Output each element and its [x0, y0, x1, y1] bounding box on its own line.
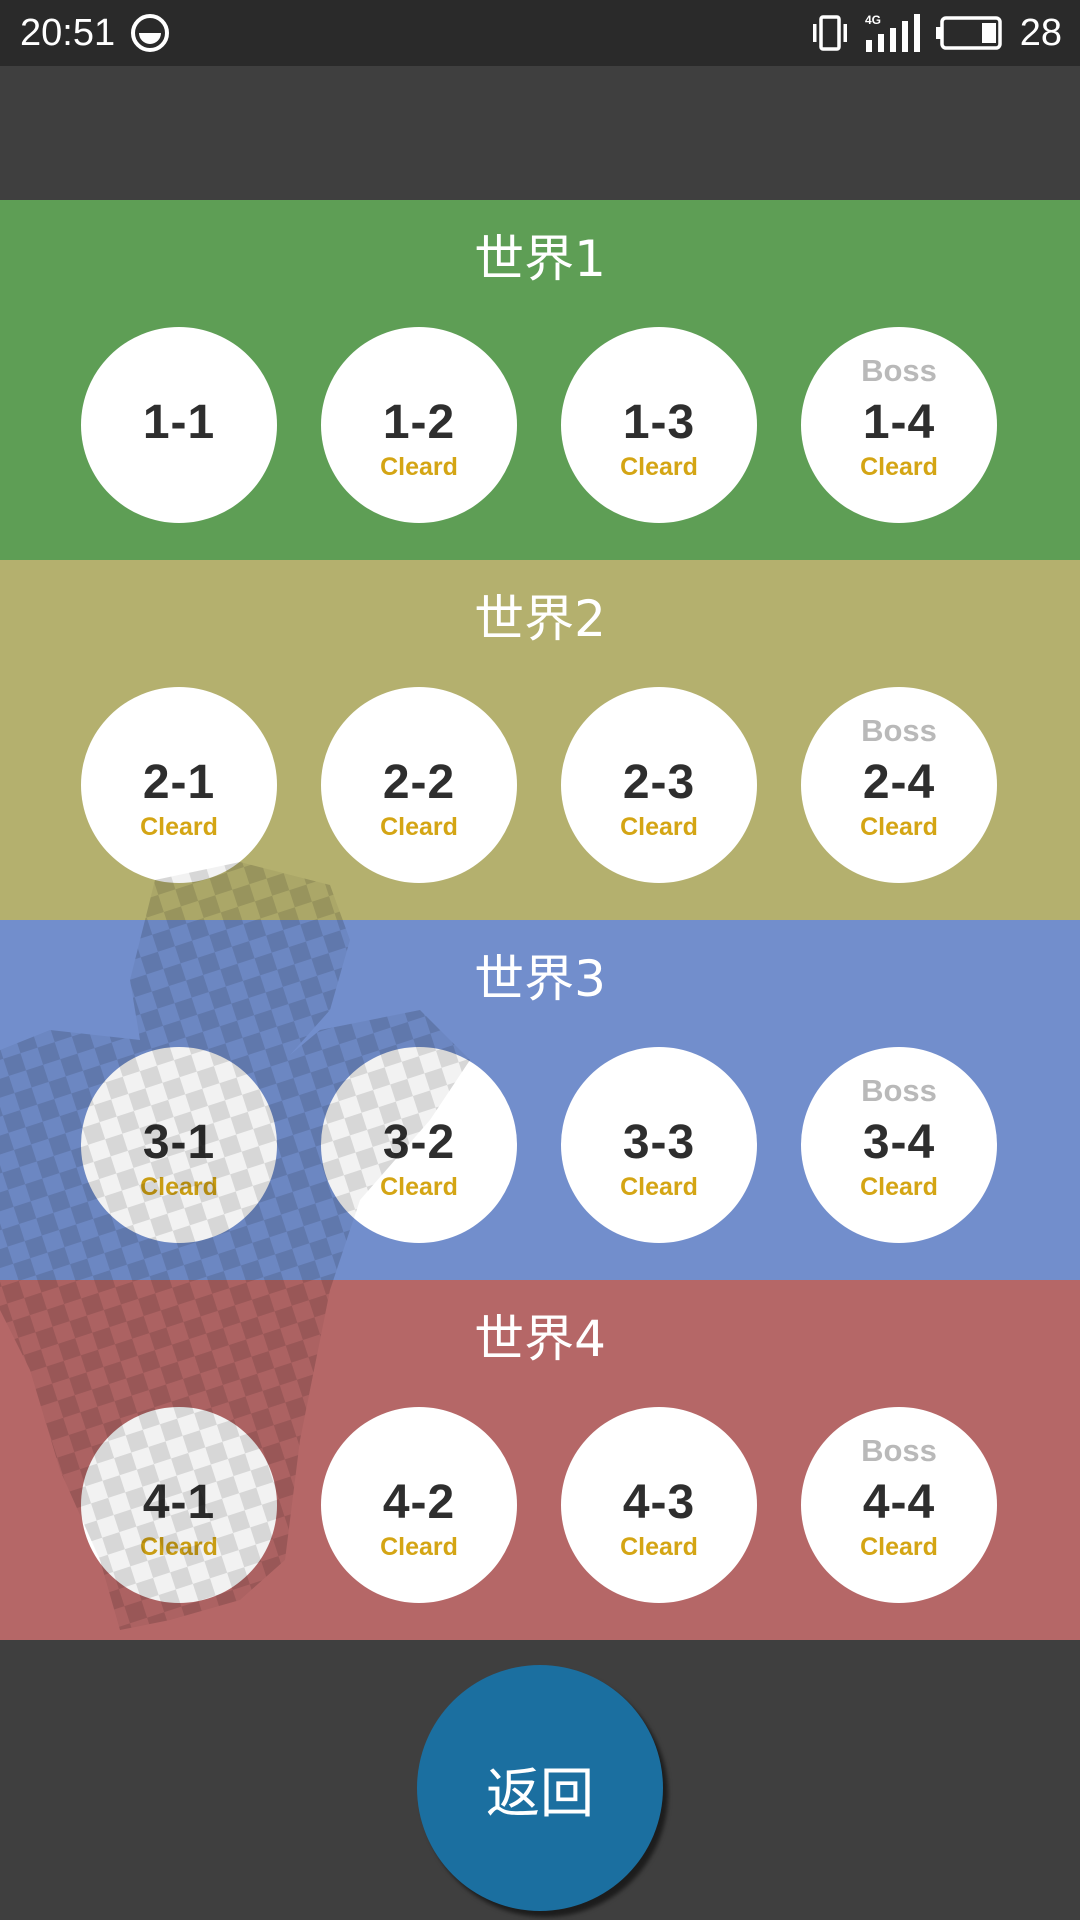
- battery-level: 28: [1019, 12, 1062, 54]
- stage-button-1-3[interactable]: 1-3 Cleard: [561, 327, 757, 523]
- stage-label: 3-1: [142, 1116, 216, 1169]
- stage-button-4-3[interactable]: 4-3 Cleard: [561, 1407, 757, 1603]
- stage-cleared-status: Cleard: [380, 813, 458, 841]
- status-time: 20:51: [20, 12, 116, 54]
- stage-label: 2-1: [142, 756, 216, 809]
- signal-bars-icon: 4G: [865, 13, 920, 52]
- stage-cleared-status: Cleard: [620, 1173, 698, 1201]
- circle-face-icon: [131, 14, 169, 52]
- stage-button-4-2[interactable]: 4-2 Cleard: [321, 1407, 517, 1603]
- stage-cleared-status: Cleard: [860, 1533, 938, 1561]
- stage-button-1-2[interactable]: 1-2 Cleard: [321, 327, 517, 523]
- vibrate-icon: [812, 15, 847, 51]
- stage-cleared-status: Cleard: [140, 1533, 218, 1561]
- stage-label: 1-1: [142, 396, 216, 449]
- world-title: 世界3: [474, 950, 606, 1008]
- stage-label: 1-2: [382, 396, 456, 449]
- stage-label: 3-2: [382, 1116, 456, 1169]
- stage-label: 2-3: [622, 756, 696, 809]
- stage-label: 2-2: [382, 756, 456, 809]
- stage-label: 4-1: [142, 1476, 216, 1529]
- status-bar: 20:51 4G 28: [0, 0, 1080, 66]
- stage-cleared-status: Cleard: [860, 813, 938, 841]
- status-indicators: 4G 28: [810, 10, 1062, 56]
- stage-cleared-status: Cleard: [140, 1173, 218, 1201]
- stage-label: 4-4: [862, 1476, 936, 1529]
- stage-cleared-status: Cleard: [860, 453, 938, 481]
- stage-cleared-status: Cleard: [620, 453, 698, 481]
- world-title: 世界2: [474, 590, 606, 648]
- stage-cleared-status: Cleard: [620, 1533, 698, 1561]
- network-type-label: 4G: [865, 13, 881, 27]
- stage-boss-tag: Boss: [861, 1073, 937, 1108]
- world-band: 世界4 4-1 Cleard 4-2 Cleard 4-3 Cleard Boss 4-4 Cle…: [0, 1280, 1080, 1640]
- stage-button-3-1[interactable]: 3-1 Cleard: [81, 1047, 277, 1243]
- stage-cleared-status: Cleard: [380, 1533, 458, 1561]
- stage-button-2-2[interactable]: 2-2 Cleard: [321, 687, 517, 883]
- stage-button-2-4[interactable]: Boss 2-4 Cleard: [801, 687, 997, 883]
- stage-button-1-4[interactable]: Boss 1-4 Cleard: [801, 327, 997, 523]
- stage-label: 1-4: [862, 396, 936, 449]
- stage-boss-tag: Boss: [861, 713, 937, 748]
- stage-button-4-4[interactable]: Boss 4-4 Cleard: [801, 1407, 997, 1603]
- battery-icon: [935, 16, 1002, 50]
- stage-cleared-status: Cleard: [860, 1173, 938, 1201]
- stage-button-1-1[interactable]: 1-1: [81, 327, 277, 523]
- stage-cleared-status: Cleard: [380, 1173, 458, 1201]
- stage-cleared-status: Cleard: [620, 813, 698, 841]
- stage-label: 4-2: [382, 1476, 456, 1529]
- stage-button-3-2[interactable]: 3-2 Cleard: [321, 1047, 517, 1243]
- stage-label: 3-4: [862, 1116, 936, 1169]
- stage-cleared-status: Cleard: [380, 453, 458, 481]
- stage-button-2-1[interactable]: 2-1 Cleard: [81, 687, 277, 883]
- stage-boss-tag: Boss: [861, 1433, 937, 1468]
- stage-cleared-status: Cleard: [140, 813, 218, 841]
- stage-boss-tag: Boss: [861, 353, 937, 388]
- world-title: 世界4: [474, 1310, 606, 1368]
- stage-label: 2-4: [862, 756, 936, 809]
- stage-label: 3-3: [622, 1116, 696, 1169]
- world-band: 世界1 1-1 1-2 Cleard 1-3 Cleard Boss 1-4 Cleard: [0, 200, 1080, 560]
- stage-button-4-1[interactable]: 4-1 Cleard: [81, 1407, 277, 1603]
- stage-label: 1-3: [622, 396, 696, 449]
- stage-label: 4-3: [622, 1476, 696, 1529]
- back-button[interactable]: 返回: [417, 1665, 663, 1911]
- stage-button-3-3[interactable]: 3-3 Cleard: [561, 1047, 757, 1243]
- stage-button-2-3[interactable]: 2-3 Cleard: [561, 687, 757, 883]
- stage-button-3-4[interactable]: Boss 3-4 Cleard: [801, 1047, 997, 1243]
- world-band: 世界3 3-1 Cleard 3-2 Cleard 3-3 Cleard Boss 3-4 Cle…: [0, 920, 1080, 1280]
- world-band: 世界2 2-1 Cleard 2-2 Cleard 2-3 Cleard Boss 2-4 Cle…: [0, 560, 1080, 920]
- world-title: 世界1: [474, 230, 606, 288]
